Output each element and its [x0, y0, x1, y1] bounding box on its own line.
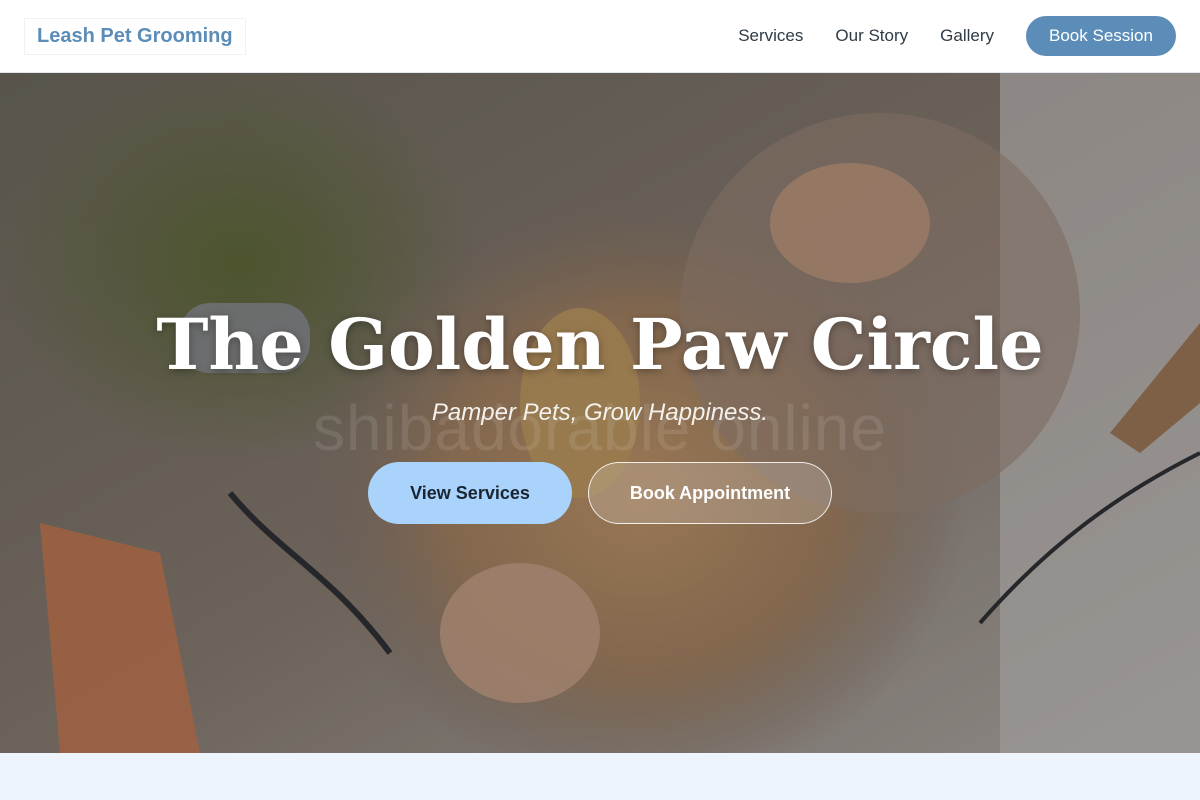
next-section: [0, 753, 1200, 800]
nav-our-story[interactable]: Our Story: [835, 26, 908, 46]
hero-section: shibadorable online The Golden Paw Circl…: [0, 73, 1200, 753]
main-nav: Services Our Story Gallery Book Session: [706, 16, 1176, 56]
view-services-button[interactable]: View Services: [368, 462, 572, 524]
nav-gallery[interactable]: Gallery: [940, 26, 994, 46]
brand-logo[interactable]: Leash Pet Grooming: [24, 17, 246, 55]
nav-services[interactable]: Services: [738, 26, 803, 46]
site-header: Leash Pet Grooming Services Our Story Ga…: [0, 0, 1200, 73]
hero-subtitle: Pamper Pets, Grow Happiness.: [431, 399, 769, 426]
book-session-button[interactable]: Book Session: [1026, 16, 1176, 56]
book-appointment-button[interactable]: Book Appointment: [588, 462, 832, 524]
hero-title: The Golden Paw Circle: [156, 303, 1044, 386]
